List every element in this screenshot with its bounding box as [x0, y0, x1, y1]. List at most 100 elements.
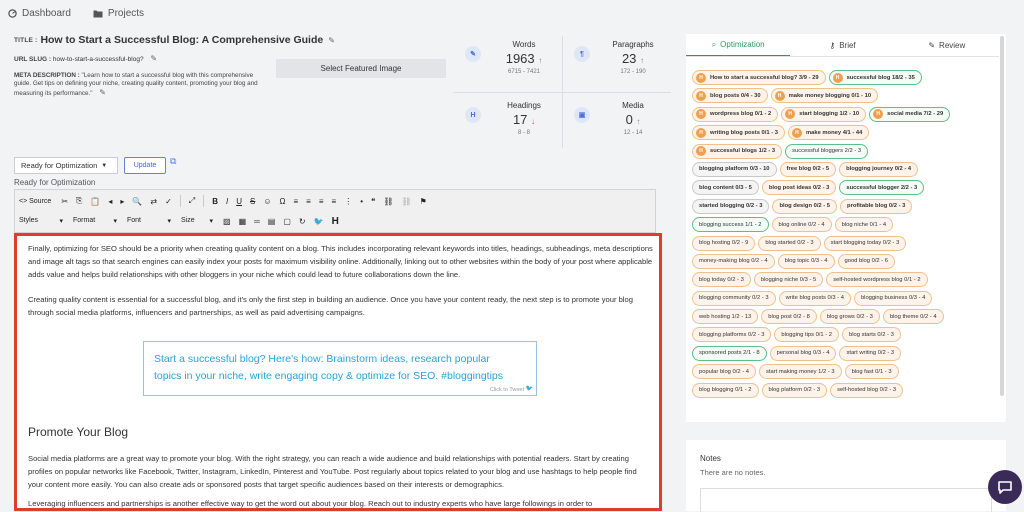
panel-scrollbar[interactable] — [1000, 36, 1004, 396]
edit-slug-pencil-icon[interactable]: ✎ — [150, 54, 157, 63]
keyword-chip[interactable]: write blog posts 0/3 - 4 — [778, 290, 851, 306]
keyword-chip[interactable]: blog grows 0/2 - 3 — [819, 309, 880, 325]
tab-review[interactable]: ✎ Review — [895, 34, 999, 56]
status-select[interactable]: Ready for Optimization ▼ — [14, 157, 118, 174]
table-icon[interactable]: ▦ — [239, 217, 247, 226]
unlink-icon[interactable]: ⛓ — [401, 197, 411, 206]
tab-optimization[interactable]: ⌕ Optimization — [686, 34, 791, 56]
bold-icon[interactable]: B — [212, 197, 218, 206]
cut-icon[interactable]: ✂ — [61, 197, 68, 206]
underline-icon[interactable]: U — [236, 197, 242, 206]
keyword-chip[interactable]: Hsocial media 7/2 - 29 — [869, 106, 951, 122]
nav-dashboard[interactable]: Dashboard — [8, 8, 71, 19]
keyword-chip[interactable]: blogging business 0/3 - 4 — [853, 290, 933, 306]
keyword-chip[interactable]: money-making blog 0/2 - 4 — [692, 253, 775, 269]
chat-launcher[interactable] — [988, 470, 1022, 504]
find-icon[interactable]: 🔍 — [132, 197, 142, 206]
edit-title-pencil-icon[interactable]: ✎ — [328, 36, 335, 45]
size-dropdown[interactable]: Size ▾ — [181, 217, 213, 225]
align-left-icon[interactable]: ≡ — [294, 197, 299, 206]
italic-icon[interactable]: I — [226, 197, 228, 206]
keyword-chip[interactable]: free blog 0/2 - 5 — [779, 161, 837, 177]
keyword-chip[interactable]: Hsuccessful blogs 1/2 - 3 — [692, 143, 783, 159]
keyword-chip[interactable]: Hsuccessful blog 18/2 - 35 — [828, 70, 922, 85]
format-dropdown[interactable]: Format ▾ — [73, 217, 117, 225]
keyword-chip[interactable]: profitable blog 0/2 - 3 — [840, 198, 913, 214]
special-char-icon[interactable]: Ω — [280, 197, 286, 206]
keyword-chip[interactable]: blogging niche 0/3 - 5 — [753, 272, 824, 288]
select-featured-image-button[interactable]: Select Featured Image — [276, 59, 446, 78]
flag-icon[interactable]: ⚑ — [420, 197, 427, 206]
keyword-chip[interactable]: blogging success 1/1 - 2 — [692, 217, 769, 233]
keyword-chip[interactable]: blog hosting 0/2 - 9 — [692, 235, 756, 251]
keyword-chip[interactable]: sponsored posts 2/1 - 8 — [692, 345, 767, 361]
keyword-chip[interactable]: web hosting 1/2 - 13 — [692, 309, 759, 325]
keyword-chip[interactable]: Hstart blogging 1/2 - 10 — [781, 106, 867, 122]
keyword-chip[interactable]: Hwordpress blog 0/1 - 2 — [692, 106, 779, 122]
source-button[interactable]: <> Source — [19, 198, 51, 205]
page-break-icon[interactable]: ▤ — [268, 217, 276, 226]
notes-input[interactable] — [700, 488, 992, 512]
keyword-chip[interactable]: blog fast 0/1 - 3 — [844, 364, 899, 380]
keyword-chip[interactable]: successful bloggers 2/2 - 3 — [785, 143, 869, 159]
bullet-list-icon[interactable]: • — [360, 197, 363, 206]
keyword-chip[interactable]: blogging platform 0/3 - 10 — [692, 161, 777, 177]
keyword-chip[interactable]: successful blogger 2/2 - 3 — [839, 180, 925, 196]
keyword-chip[interactable]: blog blogging 0/1 - 2 — [692, 382, 759, 398]
styles-dropdown[interactable]: Styles ▾ — [19, 217, 63, 225]
external-link-icon[interactable]: ⧉ — [170, 156, 176, 167]
keyword-chip[interactable]: blog content 0/3 - 5 — [692, 180, 759, 196]
keyword-chip[interactable]: Hmake money blogging 0/1 - 10 — [770, 88, 879, 104]
update-button[interactable]: Update — [124, 157, 166, 174]
paste-icon[interactable]: 📋 — [90, 197, 100, 206]
keyword-chip[interactable]: blogging journey 0/2 - 4 — [839, 161, 919, 177]
keyword-chip[interactable]: H How to start a successful blog? 3/9 - 2… — [692, 70, 826, 85]
keyword-chip[interactable]: Hmake money 4/1 - 44 — [787, 125, 870, 141]
keyword-chip[interactable]: personal blog 0/3 - 4 — [769, 345, 837, 361]
emoji-icon[interactable]: ☺ — [263, 197, 271, 206]
numbered-list-icon[interactable]: ⋮ — [344, 197, 352, 206]
keyword-chip[interactable]: blogging community 0/2 - 3 — [692, 290, 776, 306]
keyword-chip[interactable]: blog platform 0/2 - 3 — [761, 382, 828, 398]
keyword-chip[interactable]: start writing 0/2 - 3 — [839, 345, 902, 361]
keyword-chip[interactable]: Hblog posts 0/4 - 30 — [692, 88, 768, 104]
maximize-icon[interactable]: ⤢ — [189, 196, 195, 206]
strikethrough-icon[interactable]: S — [250, 197, 255, 206]
keyword-chip[interactable]: blog starts 0/2 - 3 — [842, 327, 901, 343]
keyword-chip[interactable]: blog post 0/2 - 8 — [761, 309, 817, 325]
spellcheck-icon[interactable]: ✓ — [165, 197, 172, 206]
twitter-icon[interactable]: 🐦 — [314, 217, 324, 226]
keyword-chip[interactable]: Hwriting blog posts 0/1 - 3 — [692, 125, 785, 141]
keyword-chip[interactable]: blog design 0/2 - 5 — [772, 198, 838, 214]
justify-icon[interactable]: ≡ — [332, 197, 337, 206]
click-to-tweet-box[interactable]: Start a successful blog? Here's how: Bra… — [143, 341, 537, 396]
copy-icon[interactable]: ⎘ — [76, 196, 82, 206]
tab-brief[interactable]: ⚷ Brief — [790, 34, 894, 56]
replace-icon[interactable]: ⇄ — [150, 197, 157, 206]
redo-icon[interactable]: ▸ — [120, 197, 124, 206]
align-center-icon[interactable]: ≡ — [306, 197, 311, 206]
nav-projects[interactable]: Projects — [93, 8, 144, 19]
keyword-chip[interactable]: blog topic 0/3 - 4 — [777, 253, 835, 269]
keyword-chip[interactable]: blog niche 0/1 - 4 — [834, 217, 894, 233]
undo-icon[interactable]: ◂ — [108, 197, 112, 206]
keyword-chip[interactable]: blog started 0/2 - 3 — [758, 235, 821, 251]
keyword-chip[interactable]: start making money 1/2 - 3 — [758, 364, 842, 380]
keyword-chip[interactable]: self-hosted blog 0/2 - 3 — [830, 382, 904, 398]
blockquote-icon[interactable]: ❝ — [371, 197, 375, 206]
keyword-chip[interactable]: blog today 0/2 - 3 — [692, 272, 751, 288]
keyword-chip[interactable]: blog post ideas 0/2 - 3 — [761, 180, 837, 196]
align-right-icon[interactable]: ≡ — [319, 197, 324, 206]
refresh-icon[interactable]: ↻ — [299, 217, 306, 226]
keyword-chip[interactable]: popular blog 0/2 - 4 — [692, 364, 756, 380]
keyword-chip[interactable]: blogging platforms 0/2 - 3 — [692, 327, 772, 343]
heading-icon[interactable]: H — [332, 216, 339, 227]
content-editor[interactable]: Finally, optimizing for SEO should be a … — [14, 233, 662, 511]
keyword-chip[interactable]: good blog 0/2 - 6 — [837, 253, 896, 269]
keyword-chip[interactable]: start blogging today 0/2 - 3 — [823, 235, 907, 251]
font-dropdown[interactable]: Font ▾ — [127, 217, 171, 225]
keyword-chip[interactable]: blog theme 0/2 - 4 — [882, 309, 944, 325]
preview-icon[interactable]: ▢ — [283, 217, 291, 226]
image-icon[interactable]: ▨ — [223, 217, 231, 226]
link-icon[interactable]: ⛓ — [383, 197, 393, 206]
